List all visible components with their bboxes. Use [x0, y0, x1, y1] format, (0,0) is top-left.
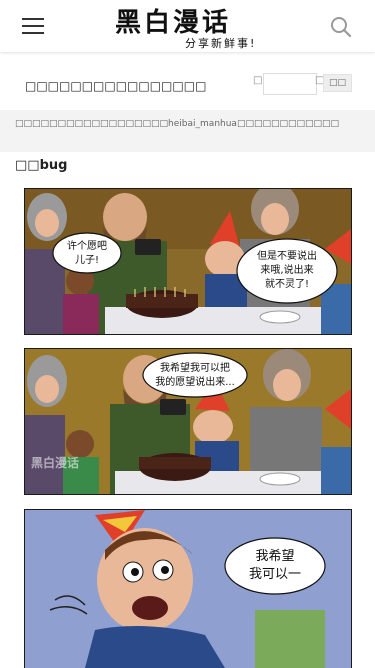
comic-panel-1: 许个愿吧 儿子! 但是不要说出 来哦,说出来 就不灵了! — [24, 188, 352, 335]
site-logo[interactable]: 黑白漫话 — [115, 2, 231, 39]
watermark-text: 黑白漫话 — [31, 455, 79, 470]
bubble-text: 我希望 — [255, 548, 294, 564]
page-jump-input[interactable] — [263, 73, 317, 95]
section-title: □□bug — [15, 158, 68, 173]
bubble-text: 但是不要说出 — [257, 249, 317, 262]
comic-panel-2: 我希望我可以把 我的愿望说出来... 黑白漫话 — [24, 348, 352, 495]
menu-icon[interactable] — [22, 18, 44, 34]
article-title: □□□□□□□□□□□□□□□□ — [25, 79, 207, 93]
bubble-text: 就不灵了! — [265, 277, 309, 290]
page-jump-button[interactable]: □□ — [323, 74, 352, 92]
site-slogan: 分享新鲜事! — [185, 37, 257, 50]
notice-text: □□□□□□□□□□□□□□□□□□heibai_manhua□□□□□□□□□… — [15, 119, 339, 129]
bubble-text: 我的愿望说出来... — [155, 375, 235, 388]
top-nav-bar: 黑白漫话 分享新鲜事! — [0, 0, 375, 52]
bubble-text: 儿子! — [75, 254, 99, 266]
bubble-text: 我可以一 — [249, 567, 301, 582]
page-jump-prefix: □ — [253, 75, 263, 86]
bubble-text: 许个愿吧 — [67, 240, 107, 252]
bubble-text: 我希望我可以把 — [160, 361, 230, 374]
comic-panel-3: 我希望 我可以一 — [24, 509, 352, 668]
search-icon[interactable] — [330, 16, 352, 38]
bubble-text: 来哦,说出来 — [260, 263, 313, 276]
